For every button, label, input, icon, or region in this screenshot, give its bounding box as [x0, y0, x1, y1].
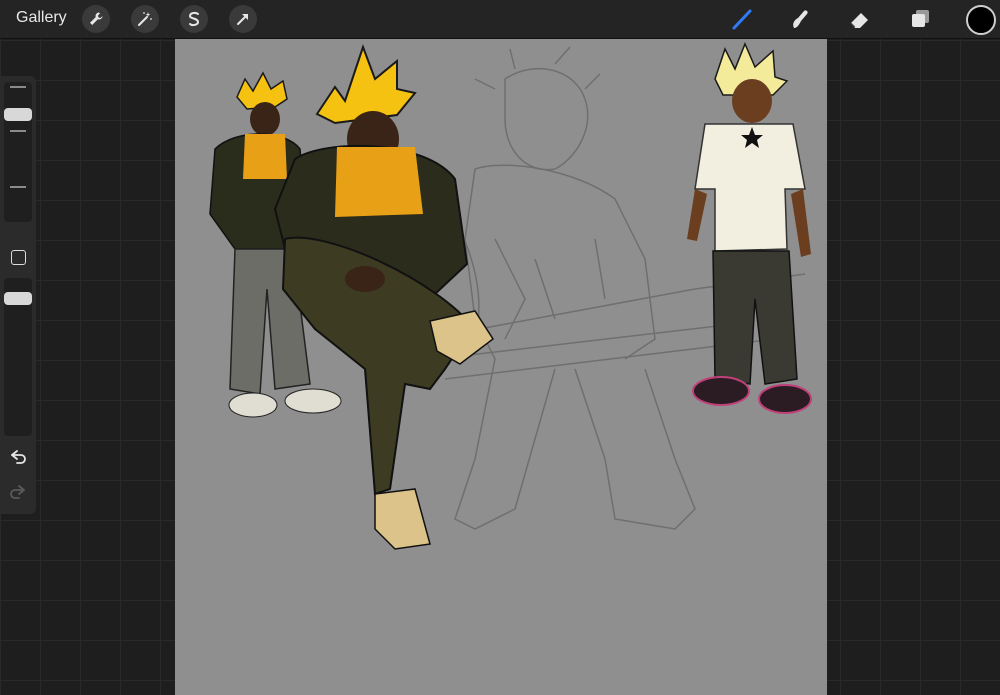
magic-wand-icon[interactable]: [131, 5, 159, 33]
selection-icon[interactable]: [180, 5, 208, 33]
smudge-icon[interactable]: [786, 4, 816, 34]
top-toolbar: Gallery: [0, 0, 1000, 39]
slider-tick: [10, 186, 26, 188]
modify-button[interactable]: [11, 250, 26, 265]
opacity-thumb[interactable]: [4, 292, 32, 305]
gallery-button[interactable]: Gallery: [16, 9, 67, 27]
layers-icon[interactable]: [905, 4, 935, 34]
color-picker-swatch[interactable]: [966, 5, 996, 35]
drawing-canvas[interactable]: [175, 39, 827, 695]
eraser-icon[interactable]: [845, 4, 875, 34]
slider-tick: [10, 130, 26, 132]
slider-tick: [10, 86, 26, 88]
left-sidebar: [0, 76, 36, 514]
brush-size-thumb[interactable]: [4, 108, 32, 121]
transform-arrow-icon[interactable]: [229, 5, 257, 33]
figure-sitting: [273, 44, 495, 550]
redo-icon[interactable]: [9, 484, 27, 500]
opacity-slider[interactable]: [4, 278, 32, 436]
wrench-icon[interactable]: [82, 5, 110, 33]
brush-size-slider[interactable]: [4, 82, 32, 222]
figure-standing-right: [687, 42, 812, 414]
canvas-artwork: [209, 42, 812, 550]
undo-icon[interactable]: [9, 449, 27, 465]
brush-icon[interactable]: [728, 4, 758, 34]
